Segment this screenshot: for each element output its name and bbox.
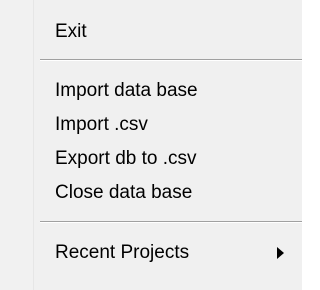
menu-item-recent-projects-label: Recent Projects	[55, 242, 190, 263]
menu-separator	[40, 59, 302, 61]
menu-item-recent-projects[interactable]: Recent Projects	[0, 235, 302, 271]
menu-item-close-data-base[interactable]: Close data base	[0, 175, 302, 211]
menu-item-import-data-base[interactable]: Import data base	[0, 73, 302, 109]
file-menu: Exit Import data base Import .csv Export…	[0, 0, 302, 290]
menu-item-exit[interactable]: Exit	[0, 14, 302, 50]
menu-item-import-csv[interactable]: Import .csv	[0, 107, 302, 143]
menu-item-export-db-to-csv[interactable]: Export db to .csv	[0, 141, 302, 177]
menu-separator	[40, 221, 302, 223]
triangle-right-icon	[277, 247, 284, 259]
